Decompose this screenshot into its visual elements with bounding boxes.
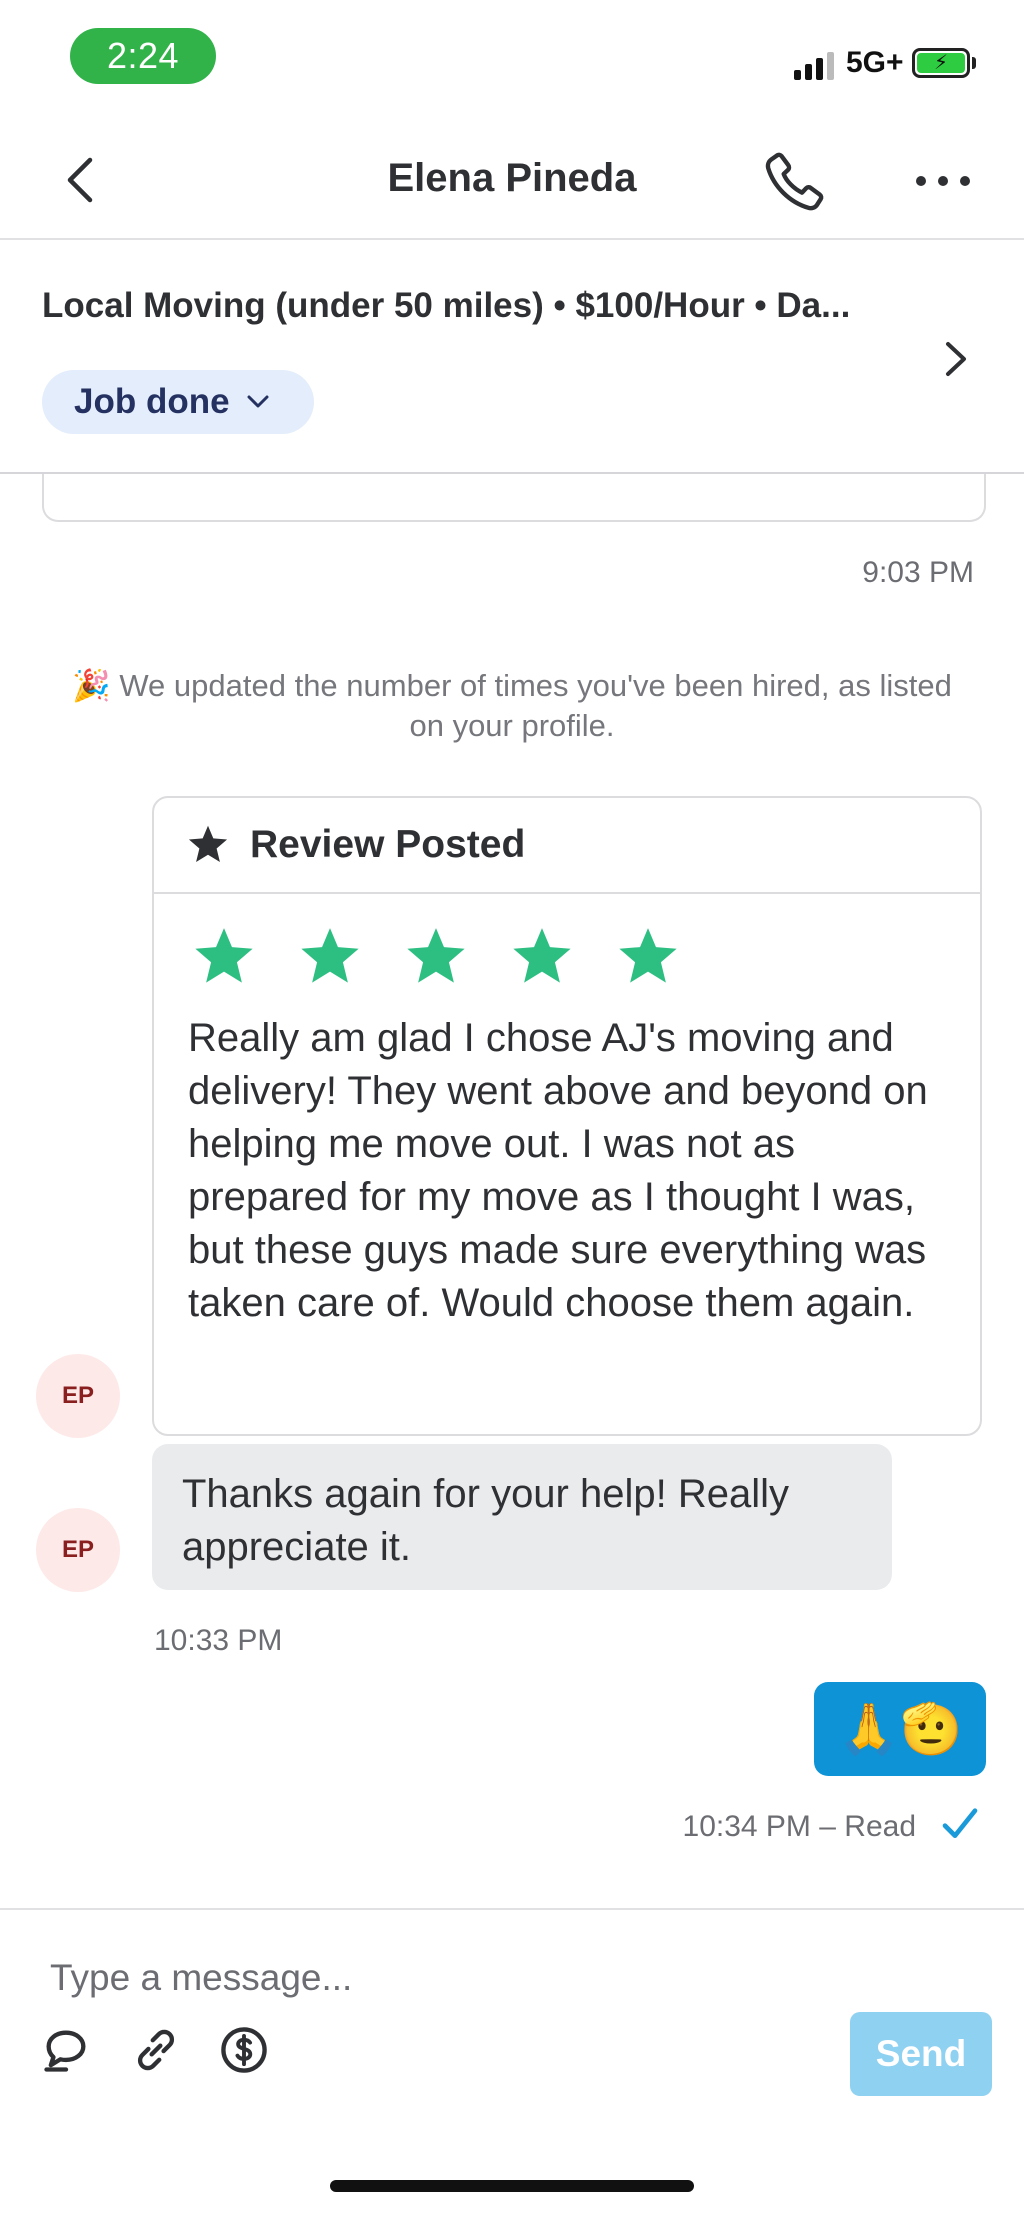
rating-star-icon [619,928,677,983]
more-options-button[interactable] [908,156,978,206]
call-button[interactable] [758,148,828,218]
outgoing-message[interactable]: 🙏🫡 [814,1682,986,1776]
check-icon [942,1808,978,1838]
job-summary-bar[interactable]: Local Moving (under 50 miles) • $100/Hou… [0,242,1024,474]
send-button[interactable]: Send [850,2012,992,2096]
review-text: Really am glad I chose AJ's moving and d… [188,1016,928,1325]
avatar[interactable]: EP [36,1354,120,1438]
more-icon [916,176,926,186]
review-card-header: Review Posted [154,798,980,894]
dollar-icon [221,2027,267,2073]
rating-star-icon [407,928,465,983]
signal-icon [794,50,834,80]
status-time: 2:24 [70,28,216,84]
network-label: 5G+ [846,46,904,79]
review-card: Review Posted Really am glad I chose AJ'… [152,796,982,1436]
phone-icon [765,152,824,211]
previous-card-bottom [42,474,986,522]
chevron-right-icon [946,342,966,376]
more-icon-dot [938,176,948,186]
system-notice-text: We updated the number of times you've be… [119,668,952,743]
read-receipt: 10:34 PM – Read [682,1810,916,1843]
rating-star-icon [513,928,571,983]
page-title: Elena Pineda [387,156,637,200]
chevron-down-icon [247,395,269,408]
battery-tip [972,57,976,69]
quick-reply-button[interactable] [40,2024,92,2076]
incoming-message[interactable]: Thanks again for your help! Really appre… [152,1444,892,1590]
chat-header: Elena Pineda [0,120,1024,240]
attach-button[interactable] [130,2024,182,2076]
system-notice: 🎉 We updated the number of times you've … [60,666,964,746]
review-heading: Review Posted [250,823,526,866]
job-title: Local Moving (under 50 miles) • $100/Hou… [42,286,851,325]
message-timestamp: 9:03 PM [862,556,974,589]
star-rating [154,924,980,990]
attach-icon [137,2029,175,2071]
quick-reply-icon [44,2030,86,2072]
avatar[interactable]: EP [36,1508,120,1592]
job-status-label: Job done [74,382,230,421]
rating-star-icon [195,928,253,983]
message-timestamp: 10:33 PM [154,1624,283,1657]
more-icon-dot [960,176,970,186]
rating-star-icon [301,928,359,983]
message-composer: Send [0,1908,1024,2216]
message-input[interactable] [50,1950,810,2006]
payment-button[interactable] [218,2024,270,2076]
party-popper-icon: 🎉 [72,668,111,703]
job-status-dropdown[interactable]: Job done [42,370,314,434]
star-icon [188,825,228,863]
home-indicator [330,2180,694,2192]
battery-icon: ⚡ [912,48,970,78]
